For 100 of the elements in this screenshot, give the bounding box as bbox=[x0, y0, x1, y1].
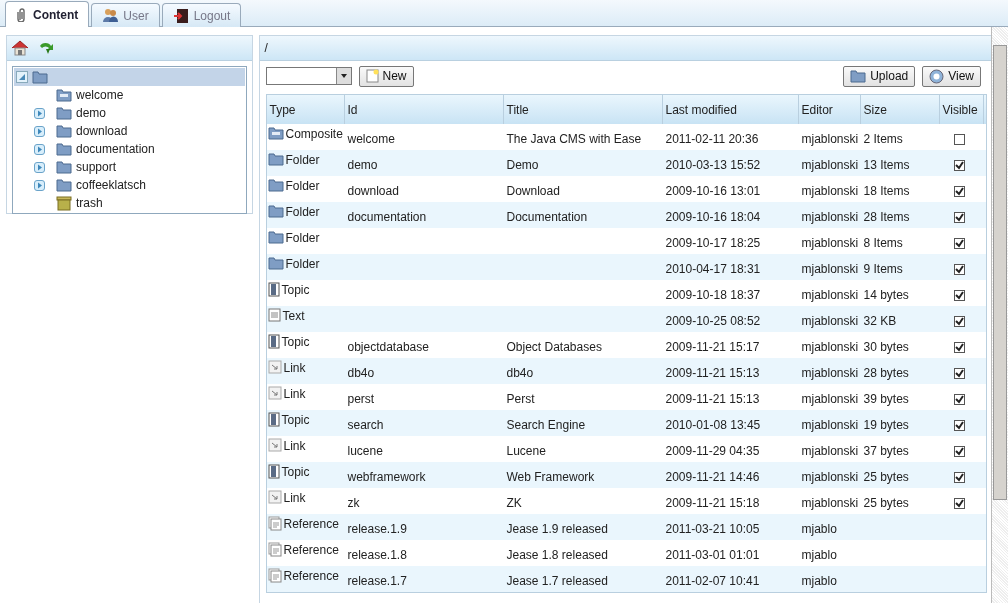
new-button[interactable]: New bbox=[358, 65, 414, 87]
table-cell: Reference bbox=[283, 568, 339, 583]
table-cell: Folder bbox=[285, 256, 320, 271]
table-cell: 13 Items bbox=[863, 158, 910, 172]
table-cell: mjablonski bbox=[801, 184, 859, 198]
column-header[interactable]: Title bbox=[503, 95, 663, 124]
checkbox[interactable] bbox=[953, 315, 965, 327]
dropdown-arrow-icon[interactable] bbox=[335, 68, 351, 84]
checkbox[interactable] bbox=[953, 497, 965, 509]
table-cell: Folder bbox=[285, 230, 320, 245]
table-cell: Reference bbox=[283, 542, 339, 557]
column-header[interactable]: Editor bbox=[798, 95, 861, 124]
checkbox[interactable] bbox=[953, 393, 965, 405]
expand-icon[interactable] bbox=[34, 161, 45, 173]
table-cell: 28 bytes bbox=[863, 366, 909, 380]
table-cell: Web Framework bbox=[506, 470, 595, 484]
document-icon bbox=[267, 308, 281, 322]
checkbox[interactable] bbox=[953, 211, 965, 223]
user-icon bbox=[102, 8, 119, 23]
table-cell: 2009-11-21 15:13 bbox=[665, 366, 760, 380]
tab[interactable]: User bbox=[91, 3, 160, 27]
table-cell: Topic bbox=[281, 334, 310, 349]
checkbox[interactable] bbox=[953, 133, 965, 145]
tree-item[interactable]: coffeeklatsch bbox=[76, 178, 146, 192]
table-cell: 2011-03-01 01:01 bbox=[665, 548, 760, 562]
table-cell: release.1.9 bbox=[347, 522, 407, 536]
table-cell: download bbox=[347, 184, 399, 198]
checkbox[interactable] bbox=[953, 341, 965, 353]
checkbox[interactable] bbox=[953, 367, 965, 379]
tree-item[interactable]: download bbox=[76, 124, 128, 138]
table-cell: 2009-10-16 18:04 bbox=[665, 210, 761, 224]
folder-icon bbox=[56, 178, 72, 192]
table-cell: Link bbox=[283, 438, 306, 453]
page-icon bbox=[267, 542, 282, 557]
table-cell: Lucene bbox=[506, 444, 546, 458]
checkbox[interactable] bbox=[953, 419, 965, 431]
table-cell: mjablonski bbox=[801, 392, 859, 406]
column-header[interactable]: Id bbox=[344, 95, 504, 124]
table-cell: 2011-02-11 20:36 bbox=[665, 132, 759, 146]
table-cell: Jease 1.7 released bbox=[506, 574, 608, 588]
table-cell: db4o bbox=[506, 366, 534, 380]
scrollbar[interactable] bbox=[991, 27, 1008, 603]
table-cell: 2009-10-17 18:25 bbox=[665, 236, 761, 250]
table-cell: 2010-04-17 18:31 bbox=[665, 262, 761, 276]
tree-item[interactable]: support bbox=[76, 160, 117, 174]
table-cell: 28 Items bbox=[863, 210, 910, 224]
folder-icon bbox=[267, 178, 284, 192]
table-cell: Composite bbox=[285, 126, 343, 141]
tab[interactable]: Logout bbox=[161, 3, 242, 27]
expand-icon[interactable] bbox=[34, 179, 45, 191]
column-header[interactable]: Visible bbox=[939, 95, 984, 124]
table-cell: Search Engine bbox=[506, 418, 586, 432]
table-cell: objectdatabase bbox=[347, 340, 429, 354]
column-header[interactable]: Last modified bbox=[662, 95, 799, 124]
table-cell: mjablo bbox=[801, 548, 837, 562]
expand-icon[interactable] bbox=[34, 143, 45, 155]
table-cell: mjablonski bbox=[801, 158, 859, 172]
tree-item[interactable]: demo bbox=[76, 106, 107, 120]
checkbox[interactable] bbox=[953, 471, 965, 483]
expand-icon[interactable] bbox=[34, 125, 45, 137]
folder-icon bbox=[267, 256, 284, 270]
table-cell: mjablonski bbox=[801, 262, 859, 276]
tree-item[interactable]: trash bbox=[76, 196, 103, 210]
table-cell: welcome bbox=[347, 132, 395, 146]
table-cell: 2009-11-21 14:46 bbox=[665, 470, 760, 484]
refresh-icon[interactable] bbox=[37, 40, 55, 56]
table-cell: Topic bbox=[281, 464, 310, 479]
table-cell: Folder bbox=[285, 178, 320, 193]
table-cell: mjablonski bbox=[801, 366, 859, 380]
tree-item[interactable]: documentation bbox=[76, 142, 155, 156]
book-icon bbox=[267, 282, 280, 297]
checkbox[interactable] bbox=[953, 159, 965, 171]
expand-icon[interactable] bbox=[34, 107, 45, 119]
home-icon[interactable] bbox=[11, 40, 29, 56]
column-header[interactable]: Type bbox=[266, 95, 345, 124]
tab[interactable]: Content bbox=[5, 1, 90, 27]
checkbox[interactable] bbox=[953, 185, 965, 197]
view-button[interactable]: View bbox=[922, 65, 982, 87]
table-cell: 2009-11-29 04:35 bbox=[665, 444, 760, 458]
folder-icon bbox=[267, 230, 284, 244]
table-cell: 2011-02-07 10:41 bbox=[665, 574, 760, 588]
table-cell: Folder bbox=[285, 152, 320, 167]
paperclip-icon bbox=[16, 7, 28, 22]
tree-item[interactable]: welcome bbox=[76, 88, 124, 102]
table-cell: 2009-10-18 18:37 bbox=[665, 288, 761, 302]
collapse-icon[interactable] bbox=[16, 71, 28, 83]
table-cell: Link bbox=[283, 386, 306, 401]
table-cell: ZK bbox=[506, 496, 522, 510]
checkbox[interactable] bbox=[953, 263, 965, 275]
table-cell: 39 bytes bbox=[863, 392, 909, 406]
table-cell: Documentation bbox=[506, 210, 588, 224]
upload-button[interactable]: Upload bbox=[843, 65, 916, 87]
table-cell: Object Databases bbox=[506, 340, 602, 354]
type-dropdown[interactable] bbox=[265, 67, 352, 85]
checkbox[interactable] bbox=[953, 445, 965, 457]
table-cell: documentation bbox=[347, 210, 427, 224]
column-header[interactable]: Size bbox=[860, 95, 940, 124]
checkbox[interactable] bbox=[953, 237, 965, 249]
checkbox[interactable] bbox=[953, 289, 965, 301]
table-cell: mjablonski bbox=[801, 444, 859, 458]
